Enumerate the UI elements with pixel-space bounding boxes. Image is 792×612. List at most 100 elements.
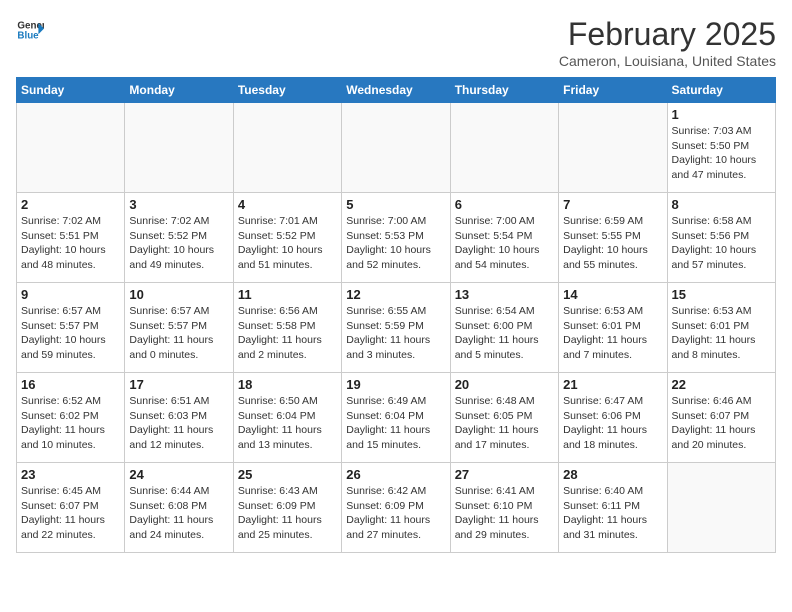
day-number: 12 <box>346 287 445 302</box>
day-number: 11 <box>238 287 337 302</box>
calendar-cell: 12 Sunrise: 6:55 AM Sunset: 5:59 PM Dayli… <box>342 283 450 373</box>
calendar-table: SundayMondayTuesdayWednesdayThursdayFrid… <box>16 77 776 553</box>
day-number: 21 <box>563 377 662 392</box>
calendar-week-row: 9Sunrise: 6:57 AM Sunset: 5:57 PM Daylig… <box>17 283 776 373</box>
day-info: Sunrise: 6:40 AM Sunset: 6:11 PM Dayligh… <box>563 484 662 543</box>
day-info: Sunrise: 7:00 AM Sunset: 5:53 PM Dayligh… <box>346 214 445 273</box>
calendar-cell <box>233 103 341 193</box>
calendar-cell: 28 Sunrise: 6:40 AM Sunset: 6:11 PM Dayli… <box>559 463 667 553</box>
calendar-cell: 8 Sunrise: 6:58 AM Sunset: 5:56 PM Daylig… <box>667 193 775 283</box>
day-info: Sunrise: 6:59 AM Sunset: 5:55 PM Dayligh… <box>563 214 662 273</box>
day-info: Sunrise: 6:51 AM Sunset: 6:03 PM Dayligh… <box>129 394 228 453</box>
day-number: 22 <box>672 377 771 392</box>
calendar-cell: 6 Sunrise: 7:00 AM Sunset: 5:54 PM Daylig… <box>450 193 558 283</box>
calendar-week-row: 1Sunrise: 7:03 AM Sunset: 5:50 PM Daylig… <box>17 103 776 193</box>
calendar-cell: 18 Sunrise: 6:50 AM Sunset: 6:04 PM Dayli… <box>233 373 341 463</box>
calendar-cell <box>559 103 667 193</box>
day-number: 25 <box>238 467 337 482</box>
weekday-header: Saturday <box>667 78 775 103</box>
day-number: 15 <box>672 287 771 302</box>
day-number: 2 <box>21 197 120 212</box>
calendar-week-row: 23 Sunrise: 6:45 AM Sunset: 6:07 PM Dayli… <box>17 463 776 553</box>
logo: General Blue <box>16 16 44 44</box>
day-number: 17 <box>129 377 228 392</box>
calendar-cell: 25Sunrise: 6:43 AM Sunset: 6:09 PM Dayli… <box>233 463 341 553</box>
calendar-cell <box>125 103 233 193</box>
day-info: Sunrise: 7:00 AM Sunset: 5:54 PM Dayligh… <box>455 214 554 273</box>
day-info: Sunrise: 7:02 AM Sunset: 5:52 PM Dayligh… <box>129 214 228 273</box>
calendar-cell: 27 Sunrise: 6:41 AM Sunset: 6:10 PM Dayli… <box>450 463 558 553</box>
day-info: Sunrise: 6:45 AM Sunset: 6:07 PM Dayligh… <box>21 484 120 543</box>
day-number: 13 <box>455 287 554 302</box>
calendar-cell: 5 Sunrise: 7:00 AM Sunset: 5:53 PM Daylig… <box>342 193 450 283</box>
calendar-cell: 24 Sunrise: 6:44 AM Sunset: 6:08 PM Dayli… <box>125 463 233 553</box>
day-info: Sunrise: 6:46 AM Sunset: 6:07 PM Dayligh… <box>672 394 771 453</box>
calendar-cell: 17 Sunrise: 6:51 AM Sunset: 6:03 PM Dayli… <box>125 373 233 463</box>
day-number: 24 <box>129 467 228 482</box>
day-info: Sunrise: 6:53 AM Sunset: 6:01 PM Dayligh… <box>672 304 771 363</box>
day-info: Sunrise: 7:02 AM Sunset: 5:51 PM Dayligh… <box>21 214 120 273</box>
day-number: 4 <box>238 197 337 212</box>
calendar-cell: 14 Sunrise: 6:53 AM Sunset: 6:01 PM Dayli… <box>559 283 667 373</box>
weekday-header: Friday <box>559 78 667 103</box>
weekday-header: Wednesday <box>342 78 450 103</box>
day-number: 26 <box>346 467 445 482</box>
day-info: Sunrise: 6:58 AM Sunset: 5:56 PM Dayligh… <box>672 214 771 273</box>
svg-text:Blue: Blue <box>17 30 39 41</box>
calendar-cell: 3 Sunrise: 7:02 AM Sunset: 5:52 PM Daylig… <box>125 193 233 283</box>
day-info: Sunrise: 6:47 AM Sunset: 6:06 PM Dayligh… <box>563 394 662 453</box>
day-number: 28 <box>563 467 662 482</box>
day-info: Sunrise: 6:41 AM Sunset: 6:10 PM Dayligh… <box>455 484 554 543</box>
day-info: Sunrise: 6:52 AM Sunset: 6:02 PM Dayligh… <box>21 394 120 453</box>
calendar-cell: 10Sunrise: 6:57 AM Sunset: 5:57 PM Dayli… <box>125 283 233 373</box>
weekday-header: Tuesday <box>233 78 341 103</box>
calendar-week-row: 16 Sunrise: 6:52 AM Sunset: 6:02 PM Dayli… <box>17 373 776 463</box>
day-info: Sunrise: 6:50 AM Sunset: 6:04 PM Dayligh… <box>238 394 337 453</box>
day-info: Sunrise: 6:42 AM Sunset: 6:09 PM Dayligh… <box>346 484 445 543</box>
day-info: Sunrise: 6:48 AM Sunset: 6:05 PM Dayligh… <box>455 394 554 453</box>
weekday-header: Monday <box>125 78 233 103</box>
day-number: 1 <box>672 107 771 122</box>
day-number: 3 <box>129 197 228 212</box>
calendar-cell: 9Sunrise: 6:57 AM Sunset: 5:57 PM Daylig… <box>17 283 125 373</box>
day-number: 18 <box>238 377 337 392</box>
calendar-cell: 22 Sunrise: 6:46 AM Sunset: 6:07 PM Dayli… <box>667 373 775 463</box>
day-number: 10 <box>129 287 228 302</box>
calendar-cell: 19Sunrise: 6:49 AM Sunset: 6:04 PM Dayli… <box>342 373 450 463</box>
day-info: Sunrise: 6:55 AM Sunset: 5:59 PM Dayligh… <box>346 304 445 363</box>
calendar-cell: 20 Sunrise: 6:48 AM Sunset: 6:05 PM Dayli… <box>450 373 558 463</box>
calendar-title: February 2025 <box>559 16 776 53</box>
page-header: General Blue February 2025 Cameron, Loui… <box>16 16 776 69</box>
day-number: 14 <box>563 287 662 302</box>
calendar-cell <box>667 463 775 553</box>
weekday-header: Thursday <box>450 78 558 103</box>
day-number: 6 <box>455 197 554 212</box>
day-number: 16 <box>21 377 120 392</box>
logo-icon: General Blue <box>16 16 44 44</box>
day-info: Sunrise: 6:57 AM Sunset: 5:57 PM Dayligh… <box>21 304 120 363</box>
calendar-cell: 4Sunrise: 7:01 AM Sunset: 5:52 PM Daylig… <box>233 193 341 283</box>
calendar-cell <box>450 103 558 193</box>
calendar-cell: 11Sunrise: 6:56 AM Sunset: 5:58 PM Dayli… <box>233 283 341 373</box>
day-number: 27 <box>455 467 554 482</box>
day-info: Sunrise: 6:44 AM Sunset: 6:08 PM Dayligh… <box>129 484 228 543</box>
calendar-cell: 23 Sunrise: 6:45 AM Sunset: 6:07 PM Dayli… <box>17 463 125 553</box>
calendar-cell: 26 Sunrise: 6:42 AM Sunset: 6:09 PM Dayli… <box>342 463 450 553</box>
calendar-subtitle: Cameron, Louisiana, United States <box>559 53 776 69</box>
day-number: 7 <box>563 197 662 212</box>
day-number: 19 <box>346 377 445 392</box>
calendar-cell: 7 Sunrise: 6:59 AM Sunset: 5:55 PM Daylig… <box>559 193 667 283</box>
weekday-header: Sunday <box>17 78 125 103</box>
calendar-cell: 15 Sunrise: 6:53 AM Sunset: 6:01 PM Dayli… <box>667 283 775 373</box>
calendar-header: SundayMondayTuesdayWednesdayThursdayFrid… <box>17 78 776 103</box>
day-number: 20 <box>455 377 554 392</box>
day-number: 8 <box>672 197 771 212</box>
calendar-week-row: 2 Sunrise: 7:02 AM Sunset: 5:51 PM Daylig… <box>17 193 776 283</box>
day-number: 5 <box>346 197 445 212</box>
day-info: Sunrise: 6:53 AM Sunset: 6:01 PM Dayligh… <box>563 304 662 363</box>
calendar-cell <box>17 103 125 193</box>
calendar-cell <box>342 103 450 193</box>
day-number: 23 <box>21 467 120 482</box>
calendar-cell: 21 Sunrise: 6:47 AM Sunset: 6:06 PM Dayli… <box>559 373 667 463</box>
calendar-cell: 13Sunrise: 6:54 AM Sunset: 6:00 PM Dayli… <box>450 283 558 373</box>
